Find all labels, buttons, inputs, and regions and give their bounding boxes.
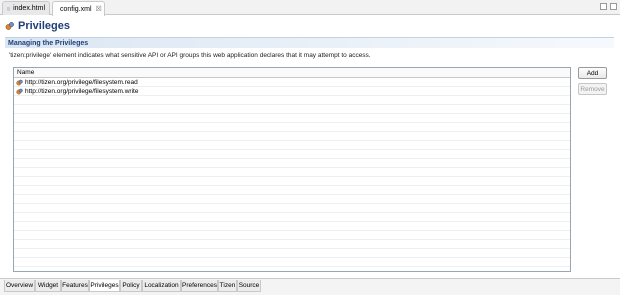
tab-label: index.html [13, 5, 45, 12]
tab-source[interactable]: Source [237, 280, 261, 292]
editor-page-tabs: Overview Widget Features Privileges Poli… [0, 278, 620, 295]
html-file-icon [7, 7, 10, 10]
window-controls [600, 3, 617, 10]
tab-overview[interactable]: Overview [4, 280, 35, 292]
page-title: Privileges [18, 20, 70, 32]
maximize-icon[interactable] [610, 3, 617, 10]
tab-widget[interactable]: Widget [35, 280, 61, 292]
tab-tizen[interactable]: Tizen [218, 280, 237, 292]
add-button[interactable]: Add [578, 67, 607, 79]
minimize-icon[interactable] [600, 3, 607, 10]
tab-label: config.xml [60, 5, 92, 13]
tab-policy[interactable]: Policy [120, 280, 142, 292]
tab-localization[interactable]: Localization [142, 280, 181, 292]
privilege-url: http://tizen.org/privilege/filesystem.wr… [25, 88, 139, 95]
table-row[interactable]: http://tizen.org/privilege/filesystem.wr… [14, 87, 570, 96]
remove-button[interactable]: Remove [578, 83, 607, 95]
privilege-icon [16, 79, 23, 86]
privilege-icon [16, 88, 23, 95]
tab-privileges[interactable]: Privileges [89, 280, 120, 292]
tab-index-html[interactable]: index.html [2, 1, 50, 15]
tab-preferences[interactable]: Preferences [181, 280, 218, 292]
editor-tab-strip: index.html config.xml ☒ [0, 0, 620, 16]
privileges-table[interactable]: Name http://tizen.org/privilege/filesyst… [13, 67, 571, 272]
page-header: Privileges [0, 16, 620, 36]
column-header-name[interactable]: Name [14, 68, 570, 78]
table-row[interactable]: http://tizen.org/privilege/filesystem.re… [14, 78, 570, 87]
section-title: Managing the Privileges [8, 39, 89, 47]
tab-features[interactable]: Features [61, 280, 89, 292]
privilege-url: http://tizen.org/privilege/filesystem.re… [25, 79, 138, 86]
section-description: 'tizen:privilege' element indicates what… [9, 52, 371, 59]
section-header: Managing the Privileges [5, 37, 614, 48]
close-icon[interactable]: ☒ [96, 5, 102, 13]
table-body: http://tizen.org/privilege/filesystem.re… [14, 78, 570, 271]
tab-config-xml[interactable]: config.xml ☒ [52, 1, 105, 16]
privileges-icon [5, 22, 14, 30]
